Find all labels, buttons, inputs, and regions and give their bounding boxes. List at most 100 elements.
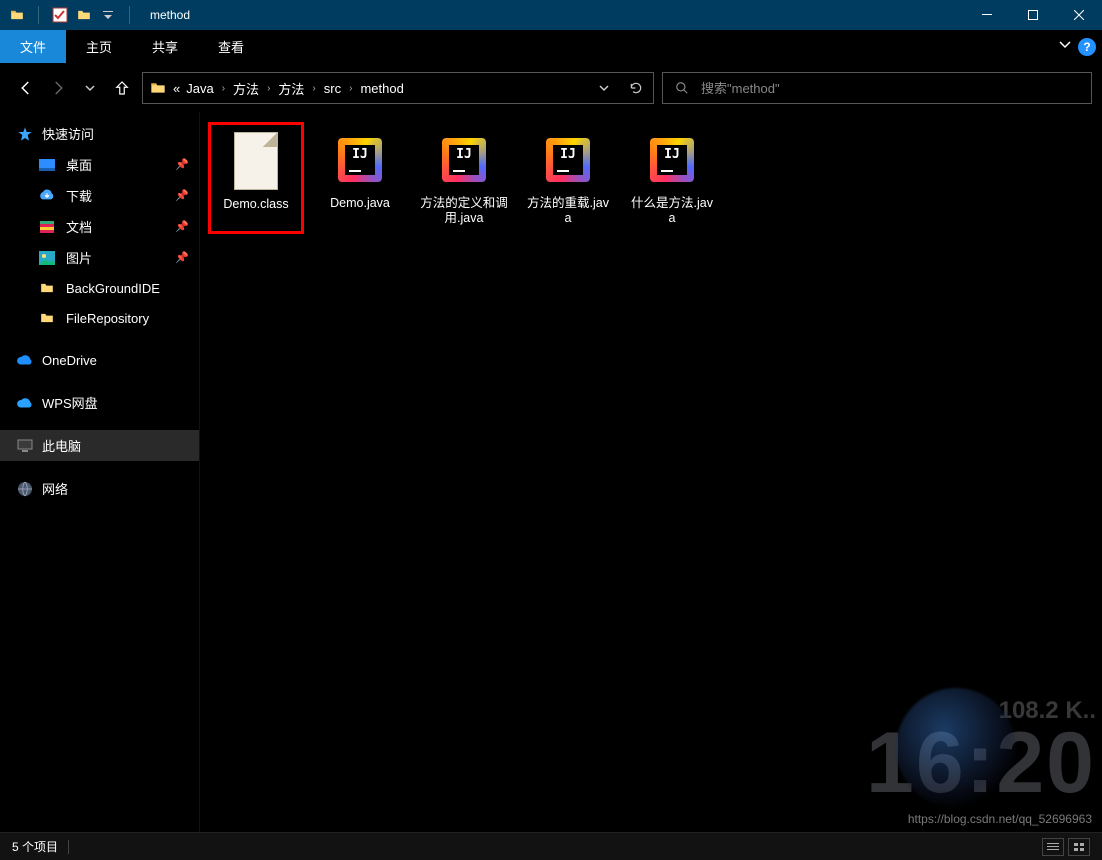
checkbox-icon[interactable]	[51, 6, 69, 24]
sidebar-item-label: 网络	[42, 479, 68, 498]
documents-icon	[38, 218, 56, 236]
qat	[8, 6, 136, 24]
breadcrumb-item[interactable]: 方法	[233, 79, 259, 98]
file-item[interactable]: IJ 方法的重载.java	[520, 122, 616, 234]
separator	[38, 6, 39, 24]
search-icon	[673, 79, 691, 97]
chevron-right-icon[interactable]: ›	[267, 83, 270, 94]
sidebar-item-backgroundide[interactable]: BackGroundIDE	[0, 273, 199, 303]
file-label: 方法的重载.java	[524, 196, 612, 226]
search-input[interactable]	[701, 81, 1081, 96]
download-icon	[38, 187, 56, 205]
breadcrumb-ellipsis[interactable]: «	[173, 81, 180, 96]
title-bar: method	[0, 0, 1102, 30]
star-icon	[16, 125, 34, 143]
file-item[interactable]: IJ 方法的定义和调用.java	[416, 122, 512, 234]
sidebar-item-downloads[interactable]: 下载 📌	[0, 180, 199, 211]
pin-icon: 📌	[175, 189, 189, 202]
sidebar-item-wps[interactable]: WPS网盘	[0, 387, 199, 418]
breadcrumb-item[interactable]: 方法	[278, 79, 304, 98]
pin-icon: 📌	[175, 220, 189, 233]
sidebar-item-label: 桌面	[66, 155, 92, 174]
address-bar[interactable]: « Java › 方法 › 方法 › src › method	[142, 72, 654, 104]
view-icons-button[interactable]	[1068, 838, 1090, 856]
file-item[interactable]: Demo.class	[208, 122, 304, 234]
nav-forward-button[interactable]	[46, 76, 70, 100]
folder-icon	[38, 279, 56, 297]
refresh-button[interactable]	[618, 72, 654, 104]
breadcrumb-item[interactable]: method	[360, 81, 403, 96]
file-label: 方法的定义和调用.java	[420, 196, 508, 226]
dropdown-qat-icon[interactable]	[99, 6, 117, 24]
file-icon	[224, 129, 288, 193]
sidebar-item-documents[interactable]: 文档 📌	[0, 211, 199, 242]
sidebar-item-network[interactable]: 网络	[0, 473, 199, 504]
file-label: Demo.java	[330, 196, 390, 211]
view-details-button[interactable]	[1042, 838, 1064, 856]
sidebar-item-label: WPS网盘	[42, 393, 98, 412]
nav-back-button[interactable]	[14, 76, 38, 100]
folder-icon	[149, 79, 167, 97]
folder-icon	[8, 6, 26, 24]
sidebar-item-thispc[interactable]: 此电脑	[0, 430, 199, 461]
collapse-ribbon-icon[interactable]	[1058, 37, 1072, 56]
overlay-speed: 108.2 K..	[866, 697, 1096, 725]
sidebar-item-label: 文档	[66, 217, 92, 236]
overlay-clock: 16:20	[866, 725, 1096, 802]
breadcrumb-item[interactable]: src	[324, 81, 341, 96]
file-item[interactable]: IJ Demo.java	[312, 122, 408, 234]
file-label: 什么是方法.java	[628, 196, 716, 226]
sidebar-quick-access[interactable]: 快速访问	[0, 118, 199, 149]
pin-icon: 📌	[175, 158, 189, 171]
sidebar-item-filerepository[interactable]: FileRepository	[0, 303, 199, 333]
chevron-right-icon[interactable]: ›	[222, 83, 225, 94]
network-icon	[16, 480, 34, 498]
sidebar-item-pictures[interactable]: 图片 📌	[0, 242, 199, 273]
chevron-right-icon[interactable]: ›	[349, 83, 352, 94]
chevron-right-icon[interactable]: ›	[312, 83, 315, 94]
status-bar: 5 个项目	[0, 832, 1102, 860]
folder-small-icon[interactable]	[75, 6, 93, 24]
folder-icon	[38, 309, 56, 327]
help-button[interactable]: ?	[1078, 38, 1096, 56]
sidebar-item-label: 此电脑	[42, 436, 81, 455]
pin-icon: 📌	[175, 251, 189, 264]
tab-home[interactable]: 主页	[66, 30, 132, 63]
sidebar-item-onedrive[interactable]: OneDrive	[0, 345, 199, 375]
tab-share[interactable]: 共享	[132, 30, 198, 63]
sidebar-item-label: OneDrive	[42, 353, 97, 368]
address-dropdown[interactable]	[590, 73, 618, 103]
sidebar-item-label: BackGroundIDE	[66, 281, 160, 296]
close-button[interactable]	[1056, 0, 1102, 30]
watermark: https://blog.csdn.net/qq_52696963	[908, 812, 1092, 826]
nav-history-button[interactable]	[78, 76, 102, 100]
sidebar: 快速访问 桌面 📌 下载 📌 文档 📌 图片 📌 BackGroundIDE	[0, 112, 200, 832]
intellij-icon: IJ	[432, 128, 496, 192]
pictures-icon	[38, 249, 56, 267]
cloud-icon	[16, 351, 34, 369]
breadcrumb-item[interactable]: Java	[186, 81, 213, 96]
intellij-icon: IJ	[640, 128, 704, 192]
nav-up-button[interactable]	[110, 76, 134, 100]
file-item[interactable]: IJ 什么是方法.java	[624, 122, 720, 234]
ribbon: 文件 主页 共享 查看 ?	[0, 30, 1102, 64]
separator	[68, 840, 69, 854]
minimize-button[interactable]	[964, 0, 1010, 30]
search-box[interactable]	[662, 72, 1092, 104]
window-controls	[964, 0, 1102, 30]
intellij-icon: IJ	[328, 128, 392, 192]
sidebar-item-label: 快速访问	[42, 124, 94, 143]
tab-view[interactable]: 查看	[198, 30, 264, 63]
pc-icon	[16, 437, 34, 455]
maximize-button[interactable]	[1010, 0, 1056, 30]
sidebar-item-desktop[interactable]: 桌面 📌	[0, 149, 199, 180]
sidebar-item-label: 图片	[66, 248, 92, 267]
desktop-icon	[38, 156, 56, 174]
file-grid[interactable]: Demo.class IJ Demo.java IJ 方法的定义和调用.java…	[200, 112, 1102, 832]
main-area: 快速访问 桌面 📌 下载 📌 文档 📌 图片 📌 BackGroundIDE	[0, 112, 1102, 832]
sidebar-item-label: FileRepository	[66, 311, 149, 326]
status-item-count: 5 个项目	[12, 838, 58, 855]
tab-file[interactable]: 文件	[0, 30, 66, 63]
window-title: method	[150, 8, 190, 22]
desktop-overlay: 108.2 K.. 16:20	[866, 697, 1096, 802]
